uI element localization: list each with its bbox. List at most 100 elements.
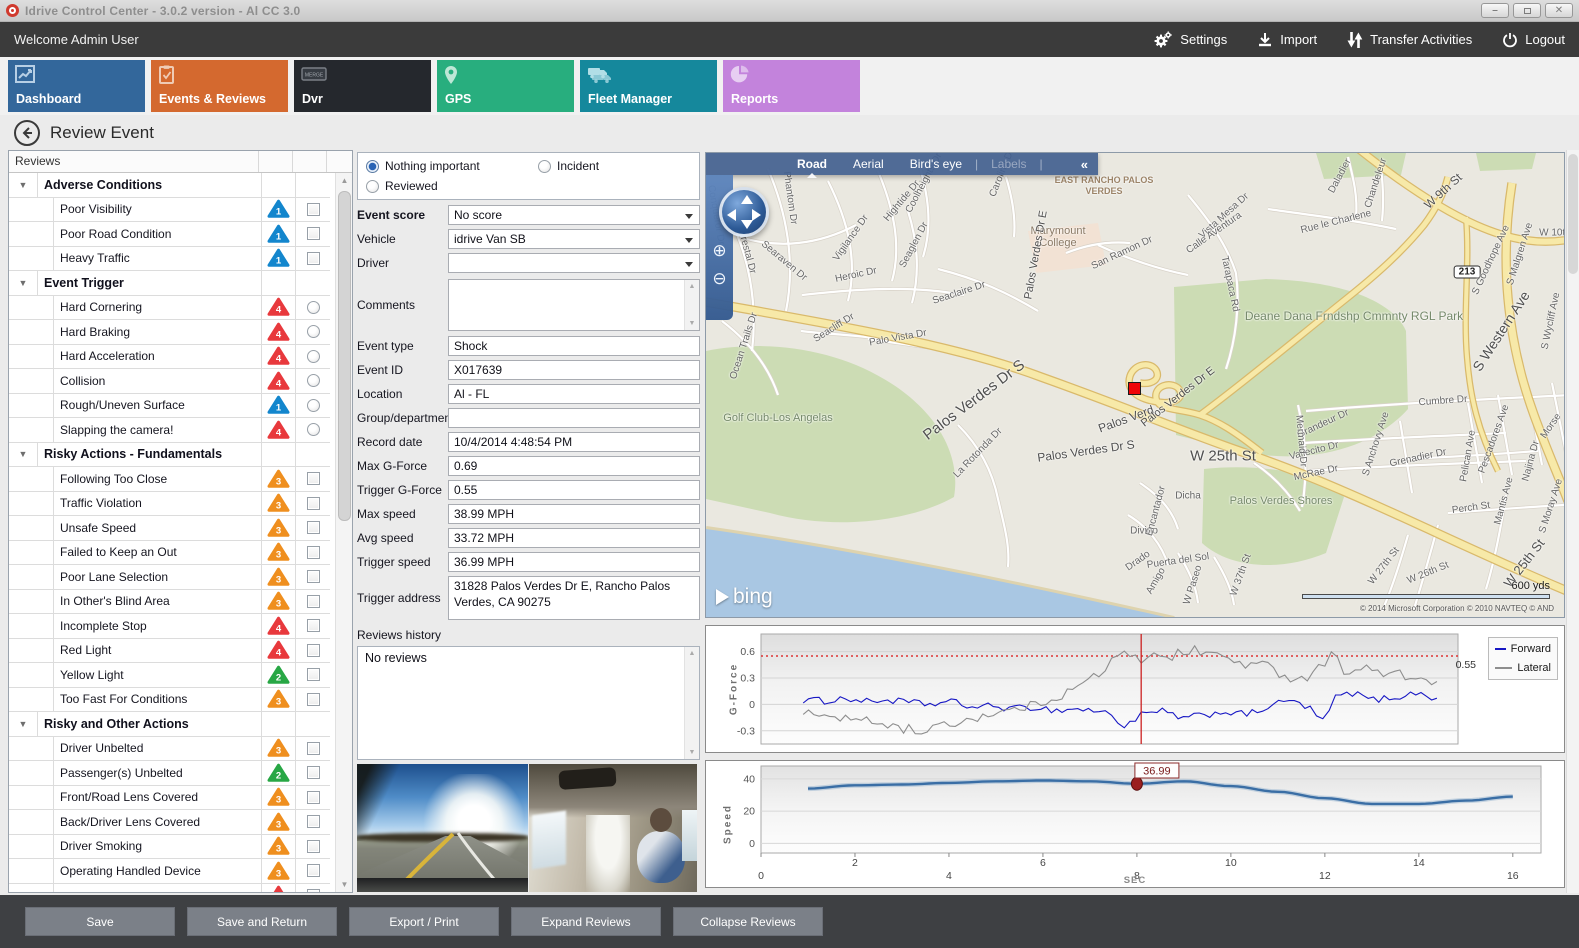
scroll-up-icon[interactable]: ▲ (685, 647, 699, 660)
textarea-scrollbar[interactable]: ▲▼ (684, 280, 699, 330)
review-item-collision[interactable]: Collision4 (9, 369, 330, 394)
checkbox-unchecked[interactable] (307, 693, 320, 706)
radio-unselected[interactable] (307, 423, 320, 436)
max-speed-field[interactable]: 38.99 MPH (448, 504, 700, 524)
checkbox-unchecked[interactable] (307, 570, 320, 583)
tab-fleet-manager[interactable]: Fleet Manager (580, 60, 717, 112)
map-view-labels[interactable]: Labels (978, 157, 1039, 171)
review-item-too-fast-for-conditions[interactable]: Too Fast For Conditions3 (9, 688, 330, 713)
review-item-item[interactable]: 4 (9, 884, 330, 893)
trigger-address-field[interactable]: 31828 Palos Verdes Dr E, Rancho Palos Ve… (448, 576, 700, 620)
transfer-activities-button[interactable]: Transfer Activities (1347, 31, 1472, 49)
maximize-button[interactable] (1513, 3, 1541, 18)
radio-unselected[interactable] (366, 180, 379, 193)
checkbox-unchecked[interactable] (307, 252, 320, 265)
scroll-up-icon[interactable]: ▲ (685, 280, 699, 293)
back-button[interactable] (14, 120, 40, 146)
scroll-down-icon[interactable]: ▼ (685, 317, 699, 330)
tab-events-reviews[interactable]: Events & Reviews (151, 60, 288, 112)
collapse-reviews-button[interactable]: Collapse Reviews (673, 907, 823, 936)
checkbox-unchecked[interactable] (307, 791, 320, 804)
checkbox-unchecked[interactable] (307, 815, 320, 828)
event-type-field[interactable]: Shock (448, 336, 700, 356)
checkbox-unchecked[interactable] (307, 546, 320, 559)
collapse-arrow-icon[interactable]: ▼ (9, 271, 38, 295)
map-view-road[interactable]: Road (784, 157, 840, 171)
review-item-rough-uneven-surface[interactable]: Rough/Uneven Surface1 (9, 394, 330, 419)
tab-gps[interactable]: GPS (437, 60, 574, 112)
settings-button[interactable]: Settings (1153, 31, 1227, 49)
scrollbar-thumb[interactable] (1568, 154, 1578, 274)
history-scrollbar[interactable]: ▲ ▼ (684, 647, 699, 759)
trigger-g-force-field[interactable]: 0.55 (448, 480, 700, 500)
review-item-slapping-the-camera[interactable]: Slapping the camera!4 (9, 418, 330, 443)
review-item-hard-cornering[interactable]: Hard Cornering4 (9, 296, 330, 321)
import-button[interactable]: Import (1257, 32, 1317, 48)
checkbox-unchecked[interactable] (307, 472, 320, 485)
save-button[interactable]: Save (25, 907, 175, 936)
review-item-hard-braking[interactable]: Hard Braking4 (9, 320, 330, 345)
review-item-in-other-s-blind-area[interactable]: In Other's Blind Area3 (9, 590, 330, 615)
review-item-failed-to-keep-an-out[interactable]: Failed to Keep an Out3 (9, 541, 330, 566)
group-department-field[interactable] (448, 408, 700, 428)
checkbox-unchecked[interactable] (307, 595, 320, 608)
record-date-field[interactable]: 10/4/2014 4:48:54 PM (448, 432, 700, 452)
map[interactable]: EAST RANCHO PALOSVERDESMarymountCollegeD… (705, 152, 1565, 618)
main-scrollbar[interactable] (1566, 150, 1579, 893)
collapse-arrow-icon[interactable]: ▼ (9, 712, 38, 736)
scroll-down-icon[interactable]: ▼ (685, 746, 699, 759)
review-item-yellow-light[interactable]: Yellow Light2 (9, 663, 330, 688)
driver-camera-video[interactable] (529, 764, 697, 892)
max-g-force-field[interactable]: 0.69 (448, 456, 700, 476)
radio-unselected[interactable] (307, 399, 320, 412)
minimize-button[interactable]: – (1481, 3, 1509, 18)
checkbox-unchecked[interactable] (307, 840, 320, 853)
review-item-hard-acceleration[interactable]: Hard Acceleration4 (9, 345, 330, 370)
review-item-passenger-s-unbelted[interactable]: Passenger(s) Unbelted2 (9, 761, 330, 786)
driver-dropdown[interactable] (448, 253, 700, 273)
expand-reviews-button[interactable]: Expand Reviews (511, 907, 661, 936)
checkbox-unchecked[interactable] (307, 203, 320, 216)
close-button[interactable]: ✕ (1545, 3, 1573, 18)
export-print-button[interactable]: Export / Print (349, 907, 499, 936)
tab-dashboard[interactable]: Dashboard (8, 60, 145, 112)
review-item-driver-smoking[interactable]: Driver Smoking3 (9, 835, 330, 860)
reviews-scrollbar[interactable]: ▲ ▼ (335, 173, 352, 892)
forward-camera-video[interactable] (357, 764, 528, 892)
review-group-risky-and-other-actions[interactable]: ▼Risky and Other Actions (9, 712, 330, 737)
checkbox-unchecked[interactable] (307, 497, 320, 510)
save-and-return-button[interactable]: Save and Return (187, 907, 337, 936)
map-zoom-out-icon[interactable]: ⊖ (710, 269, 729, 288)
checkbox-unchecked[interactable] (307, 864, 320, 877)
vehicle-dropdown[interactable]: idrive Van SB (448, 229, 700, 249)
review-item-driver-unbelted[interactable]: Driver Unbelted3 (9, 737, 330, 762)
review-item-back-driver-lens-covered[interactable]: Back/Driver Lens Covered3 (9, 810, 330, 835)
map-view-bird-s-eye[interactable]: Bird's eye (897, 157, 975, 171)
map-zoom-in-icon[interactable]: ⊕ (710, 241, 729, 260)
radio-unselected[interactable] (307, 350, 320, 363)
location-field[interactable]: Al - FL (448, 384, 700, 404)
checkbox-unchecked[interactable] (307, 889, 320, 892)
review-item-incomplete-stop[interactable]: Incomplete Stop4 (9, 614, 330, 639)
tab-dvr[interactable]: MERGEDvr (294, 60, 431, 112)
review-group-risky-actions-fundamentals[interactable]: ▼Risky Actions - Fundamentals (9, 443, 330, 468)
review-item-poor-visibility[interactable]: Poor Visibility1 (9, 198, 330, 223)
event-score-dropdown[interactable]: No score (448, 205, 700, 225)
checkbox-unchecked[interactable] (307, 619, 320, 632)
avg-speed-field[interactable]: 33.72 MPH (448, 528, 700, 548)
map-collapse-icon[interactable]: « (1081, 157, 1098, 172)
event-id-field[interactable]: X017639 (448, 360, 700, 380)
review-item-heavy-traffic[interactable]: Heavy Traffic1 (9, 247, 330, 272)
radio-selected[interactable] (366, 160, 379, 173)
status-radio-incident[interactable]: Incident (538, 157, 678, 175)
review-item-poor-lane-selection[interactable]: Poor Lane Selection3 (9, 565, 330, 590)
radio-unselected[interactable] (307, 325, 320, 338)
checkbox-unchecked[interactable] (307, 521, 320, 534)
checkbox-unchecked[interactable] (307, 668, 320, 681)
review-item-unsafe-speed[interactable]: Unsafe Speed3 (9, 516, 330, 541)
collapse-arrow-icon[interactable]: ▼ (9, 443, 38, 467)
review-item-poor-road-condition[interactable]: Poor Road Condition1 (9, 222, 330, 247)
status-radio-nothing-important[interactable]: Nothing important (366, 157, 538, 175)
radio-unselected[interactable] (307, 374, 320, 387)
collapse-arrow-icon[interactable]: ▼ (9, 173, 38, 197)
